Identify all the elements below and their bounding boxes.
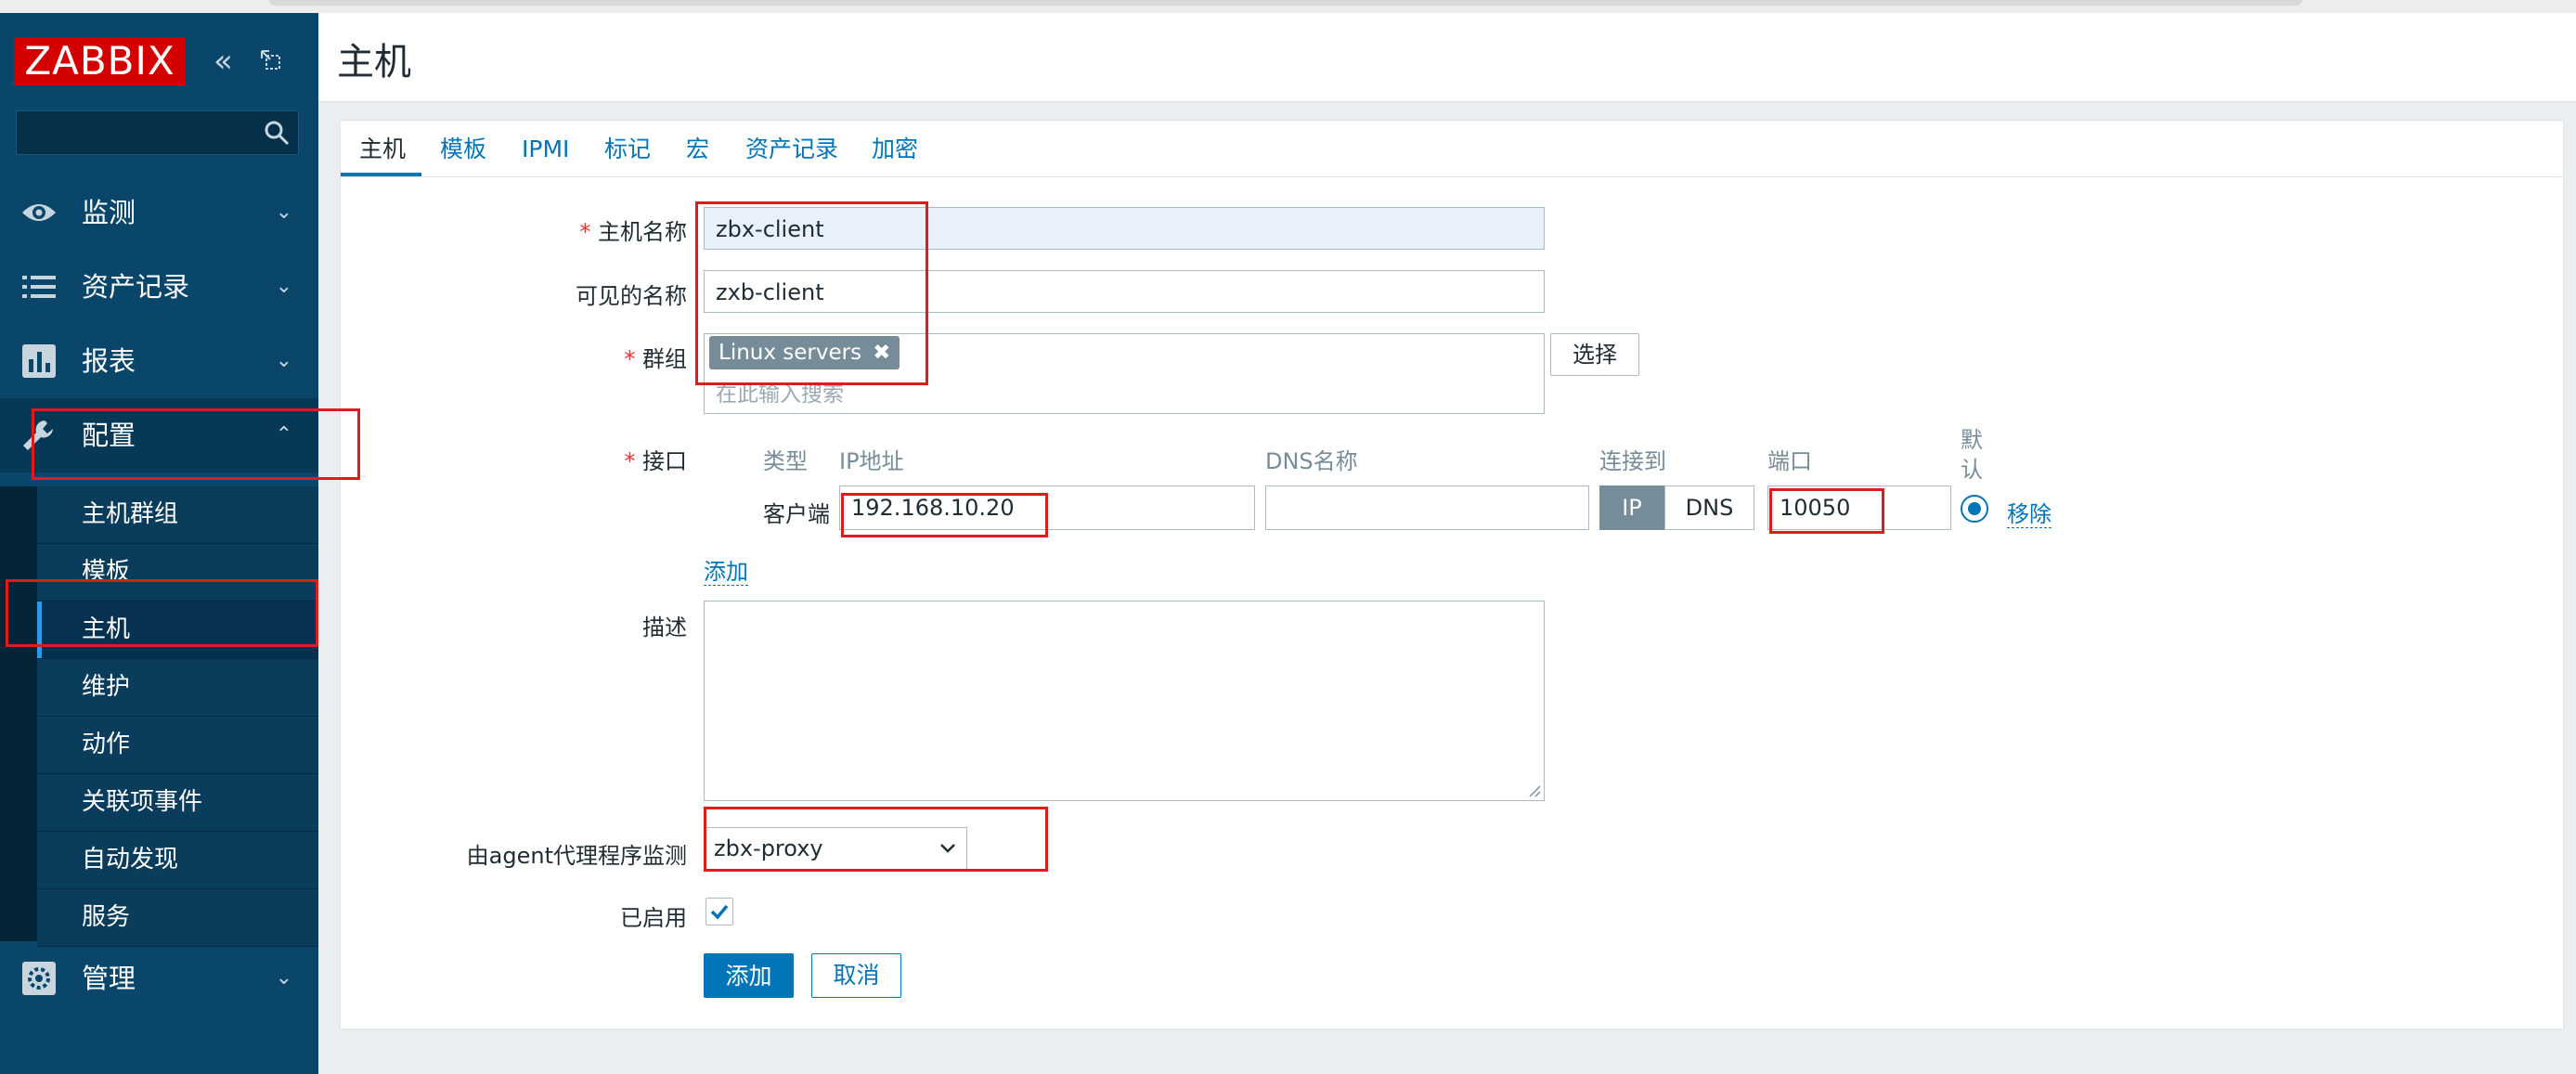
menu-configuration[interactable]: 配置 ⌃ bbox=[0, 398, 318, 472]
menu-label: 配置 bbox=[82, 420, 136, 451]
connect-ip-toggle[interactable]: IP bbox=[1599, 485, 1664, 530]
host-form-panel: 主机 模板 IPMI 标记 宏 资产记录 加密 bbox=[340, 120, 2564, 1029]
browser-tab-shadow bbox=[269, 0, 2302, 6]
menu-label: 管理 bbox=[82, 963, 136, 994]
iface-port-input[interactable]: 10050 bbox=[1767, 485, 1951, 530]
tab-macros[interactable]: 宏 bbox=[686, 121, 709, 178]
visible-name-input[interactable]: zxb-client bbox=[704, 270, 1545, 313]
menu-label: 报表 bbox=[82, 345, 136, 377]
tab-host[interactable]: 主机 bbox=[359, 121, 406, 178]
submenu-event-correlation[interactable]: 关联项事件 bbox=[37, 774, 318, 832]
tab-inventory[interactable]: 资产记录 bbox=[745, 121, 838, 178]
eye-icon bbox=[22, 204, 56, 221]
tab-templates[interactable]: 模板 bbox=[440, 121, 486, 178]
proxy-select[interactable]: zbx-proxy bbox=[704, 827, 967, 870]
collapse-sidebar-icon[interactable]: « bbox=[214, 43, 233, 80]
menu-label: 资产记录 bbox=[82, 271, 190, 303]
sidebar-search-input[interactable] bbox=[16, 110, 299, 155]
col-default: 默认 bbox=[1961, 427, 1983, 483]
submenu-label: 模板 bbox=[82, 558, 131, 586]
col-dns: DNS名称 bbox=[1265, 448, 1358, 474]
submenu-services[interactable]: 服务 bbox=[37, 889, 318, 947]
groups-label: * 群组 bbox=[624, 346, 687, 372]
submenu-discovery[interactable]: 自动发现 bbox=[37, 832, 318, 889]
checkmark-icon bbox=[710, 904, 729, 920]
active-tab-underline bbox=[341, 173, 421, 176]
group-chip-linux-servers: Linux servers ✖ bbox=[709, 336, 900, 369]
resize-handle-icon[interactable] bbox=[1526, 783, 1541, 797]
cancel-button[interactable]: 取消 bbox=[811, 953, 901, 998]
connect-dns-toggle[interactable]: DNS bbox=[1664, 485, 1754, 530]
default-interface-radio[interactable] bbox=[1961, 495, 1988, 523]
host-name-input[interactable]: zbx-client bbox=[704, 207, 1545, 250]
col-port: 端口 bbox=[1767, 448, 1812, 474]
col-ip: IP地址 bbox=[839, 448, 904, 474]
chevron-down-icon: ⌄ bbox=[275, 201, 292, 224]
interfaces-label: * 接口 bbox=[624, 448, 687, 474]
configuration-submenu: 主机群组 模板 主机 维护 动作 关联项事件 自动发现 服务 bbox=[0, 486, 318, 947]
menu-administration[interactable]: 管理 ⌄ bbox=[0, 941, 318, 1016]
host-name-label: * 主机名称 bbox=[579, 219, 687, 245]
submenu-label: 动作 bbox=[82, 731, 131, 758]
submenu-hosts[interactable]: 主机 bbox=[37, 602, 318, 659]
enabled-checkbox[interactable] bbox=[705, 898, 733, 925]
remove-interface-link[interactable]: 移除 bbox=[2007, 496, 2052, 528]
gear-icon bbox=[22, 962, 56, 995]
menu-inventory[interactable]: 资产记录 ⌄ bbox=[0, 250, 318, 324]
visible-name-label: 可见的名称 bbox=[576, 283, 687, 309]
col-connect-to: 连接到 bbox=[1599, 448, 1666, 474]
submenu-label: 维护 bbox=[82, 673, 131, 701]
menu-label: 监测 bbox=[82, 197, 136, 228]
select-groups-button[interactable]: 选择 bbox=[1550, 333, 1639, 376]
menu-reports[interactable]: 报表 ⌄ bbox=[0, 324, 318, 398]
chevron-down-icon: ⌄ bbox=[275, 275, 292, 298]
search-icon[interactable] bbox=[263, 119, 291, 147]
zabbix-logo[interactable]: ZABBIX bbox=[14, 37, 186, 85]
submenu-label: 关联项事件 bbox=[82, 788, 203, 816]
remove-chip-icon[interactable]: ✖ bbox=[873, 341, 890, 365]
submenu-label: 服务 bbox=[82, 903, 131, 931]
page-title: 主机 bbox=[337, 41, 411, 84]
iface-type-agent: 客户端 bbox=[763, 501, 830, 527]
list-icon bbox=[22, 276, 56, 298]
submenu-label: 主机 bbox=[82, 615, 131, 643]
iface-ip-input[interactable]: 192.168.10.20 bbox=[839, 485, 1255, 530]
kiosk-mode-icon[interactable] bbox=[259, 48, 281, 71]
menu-monitoring[interactable]: 监测 ⌄ bbox=[0, 175, 318, 250]
chevron-up-icon: ⌃ bbox=[275, 423, 292, 446]
enabled-label: 已启用 bbox=[620, 905, 687, 931]
chevron-down-icon: ⌄ bbox=[275, 966, 292, 990]
submenu-maintenance[interactable]: 维护 bbox=[37, 659, 318, 717]
tab-encryption[interactable]: 加密 bbox=[872, 121, 918, 178]
proxy-selected-value: zbx-proxy bbox=[714, 835, 823, 861]
active-indicator bbox=[37, 602, 42, 658]
page-header: 主机 bbox=[318, 13, 2576, 102]
description-label: 描述 bbox=[642, 615, 687, 641]
col-type: 类型 bbox=[763, 448, 808, 474]
add-interface-link[interactable]: 添加 bbox=[704, 553, 748, 586]
wrench-icon bbox=[23, 421, 53, 450]
submenu-label: 自动发现 bbox=[82, 846, 179, 873]
proxy-label: 由agent代理程序监测 bbox=[466, 843, 687, 869]
sidebar: ZABBIX « 监测 ⌄ 资产记录 ⌄ 报表 ⌄ 配置 ⌃ 主机群组 模板 主… bbox=[0, 13, 318, 1074]
tab-bar: 主机 模板 IPMI 标记 宏 资产记录 加密 bbox=[341, 121, 2563, 177]
submenu-host-groups[interactable]: 主机群组 bbox=[37, 486, 318, 544]
chevron-down-icon bbox=[940, 844, 955, 853]
submenu-rail bbox=[0, 486, 37, 941]
tab-tags[interactable]: 标记 bbox=[604, 121, 651, 178]
description-textarea[interactable] bbox=[704, 601, 1545, 801]
submenu-label: 主机群组 bbox=[82, 500, 179, 528]
bar-chart-icon bbox=[22, 344, 56, 378]
tab-ipmi[interactable]: IPMI bbox=[522, 121, 569, 178]
add-button[interactable]: 添加 bbox=[704, 953, 794, 998]
submenu-actions[interactable]: 动作 bbox=[37, 717, 318, 774]
browser-top-strip bbox=[0, 0, 2576, 13]
groups-search-placeholder[interactable]: 在此输入搜索 bbox=[716, 376, 844, 408]
submenu-templates[interactable]: 模板 bbox=[37, 544, 318, 602]
chevron-down-icon: ⌄ bbox=[275, 349, 292, 372]
iface-dns-input[interactable] bbox=[1265, 485, 1589, 530]
